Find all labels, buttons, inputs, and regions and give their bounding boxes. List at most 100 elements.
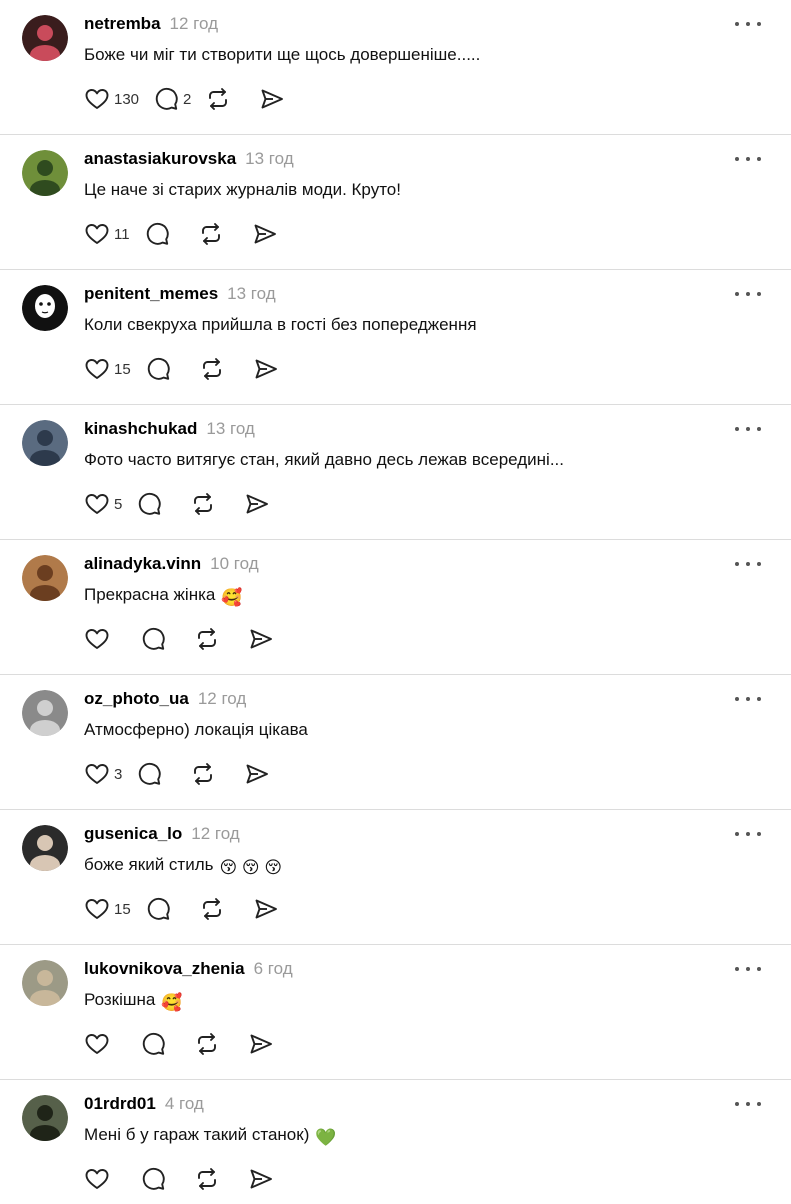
username[interactable]: alinadyka.vinn [84,554,201,574]
timestamp[interactable]: 4 год [165,1094,204,1114]
username[interactable]: netremba [84,14,161,34]
speech-bubble-icon [153,86,179,112]
reply-button[interactable] [140,1165,166,1193]
share-button[interactable] [248,625,274,653]
repost-button[interactable] [194,625,220,653]
reply-button[interactable] [145,895,171,923]
avatar[interactable] [22,150,68,196]
repost-button[interactable] [198,220,224,248]
repost-button[interactable] [194,1030,220,1058]
like-button[interactable]: 3 [84,760,122,788]
like-button[interactable]: 15 [84,895,131,923]
like-button[interactable]: 5 [84,490,122,518]
post-text: Прекрасна жінка 🥰 [84,584,243,609]
speech-bubble-icon [144,221,170,247]
avatar[interactable] [22,15,68,61]
username[interactable]: gusenica_lo [84,824,182,844]
timestamp[interactable]: 10 год [210,554,258,574]
more-options-icon[interactable] [735,554,761,574]
like-button[interactable] [84,625,110,653]
post-text-content: Коли свекруха прийшла в гості без попере… [84,315,477,334]
share-button[interactable] [244,760,270,788]
timestamp[interactable]: 12 год [198,689,246,709]
timestamp[interactable]: 12 год [170,14,218,34]
avatar[interactable] [22,825,68,871]
timestamp[interactable]: 13 год [245,149,293,169]
reply-button[interactable]: 2 [153,85,191,113]
repost-button[interactable] [199,895,225,923]
avatar[interactable] [22,555,68,601]
timestamp[interactable]: 13 год [227,284,275,304]
username[interactable]: penitent_memes [84,284,218,304]
more-options-icon[interactable] [735,689,761,709]
share-button[interactable] [259,85,285,113]
username[interactable]: anastasiakurovska [84,149,236,169]
repost-button[interactable] [199,355,225,383]
reply-button[interactable] [145,355,171,383]
heart-icon [84,491,110,517]
avatar[interactable] [22,285,68,331]
more-options-icon[interactable] [735,14,761,34]
speech-bubble-icon [136,761,162,787]
heart-icon [84,626,110,652]
post-text: Боже чи міг ти створити ще щось довершен… [84,44,480,66]
post-text-content: Мені б у гараж такий станок) [84,1125,310,1144]
reply-button[interactable] [140,1030,166,1058]
speech-bubble-icon [145,356,171,382]
repost-button[interactable] [190,490,216,518]
post-header: 01rdrd01 4 год [84,1094,204,1114]
repost-button[interactable] [205,85,231,113]
post-header: kinashchukad 13 год [84,419,255,439]
more-options-icon[interactable] [735,284,761,304]
avatar[interactable] [22,1095,68,1141]
share-button[interactable] [253,895,279,923]
like-count: 15 [114,360,131,378]
repost-button[interactable] [194,1165,220,1193]
share-button[interactable] [248,1030,274,1058]
username[interactable]: lukovnikova_zhenia [84,959,245,979]
post-text: Коли свекруха прийшла в гості без попере… [84,314,477,336]
reply-button[interactable] [136,760,162,788]
like-button[interactable] [84,1165,110,1193]
timestamp[interactable]: 12 год [191,824,239,844]
post-actions [84,625,274,653]
username[interactable]: kinashchukad [84,419,197,439]
more-options-icon[interactable] [735,1094,761,1114]
avatar[interactable] [22,960,68,1006]
reply-post: netremba 12 год Боже чи міг ти створити ще… [0,0,791,135]
avatar[interactable] [22,690,68,736]
send-icon [252,221,278,247]
heart-icon [84,221,110,247]
reply-button[interactable] [144,220,170,248]
speech-bubble-icon [140,1166,166,1192]
repost-button[interactable] [190,760,216,788]
share-button[interactable] [253,355,279,383]
share-button[interactable] [244,490,270,518]
share-button[interactable] [252,220,278,248]
more-options-icon[interactable] [735,419,761,439]
post-text: Атмосферно) локація цікава [84,719,308,741]
like-button[interactable] [84,1030,110,1058]
avatar[interactable] [22,420,68,466]
username[interactable]: 01rdrd01 [84,1094,156,1114]
reply-button[interactable] [140,625,166,653]
like-button[interactable]: 130 [84,85,139,113]
more-options-icon[interactable] [735,149,761,169]
emoji: 💚 [315,1128,337,1147]
repost-icon [194,1031,220,1057]
speech-bubble-icon [145,896,171,922]
like-button[interactable]: 11 [84,220,130,248]
repost-icon [198,221,224,247]
reply-post: alinadyka.vinn 10 год Прекрасна жінка 🥰 [0,540,791,675]
timestamp[interactable]: 13 год [206,419,254,439]
post-header: netremba 12 год [84,14,218,34]
more-options-icon[interactable] [735,959,761,979]
like-button[interactable]: 15 [84,355,131,383]
repost-icon [194,1166,220,1192]
username[interactable]: oz_photo_ua [84,689,189,709]
post-text: Це наче зі старих журналів моди. Круто! [84,179,401,201]
timestamp[interactable]: 6 год [254,959,293,979]
reply-button[interactable] [136,490,162,518]
more-options-icon[interactable] [735,824,761,844]
share-button[interactable] [248,1165,274,1193]
